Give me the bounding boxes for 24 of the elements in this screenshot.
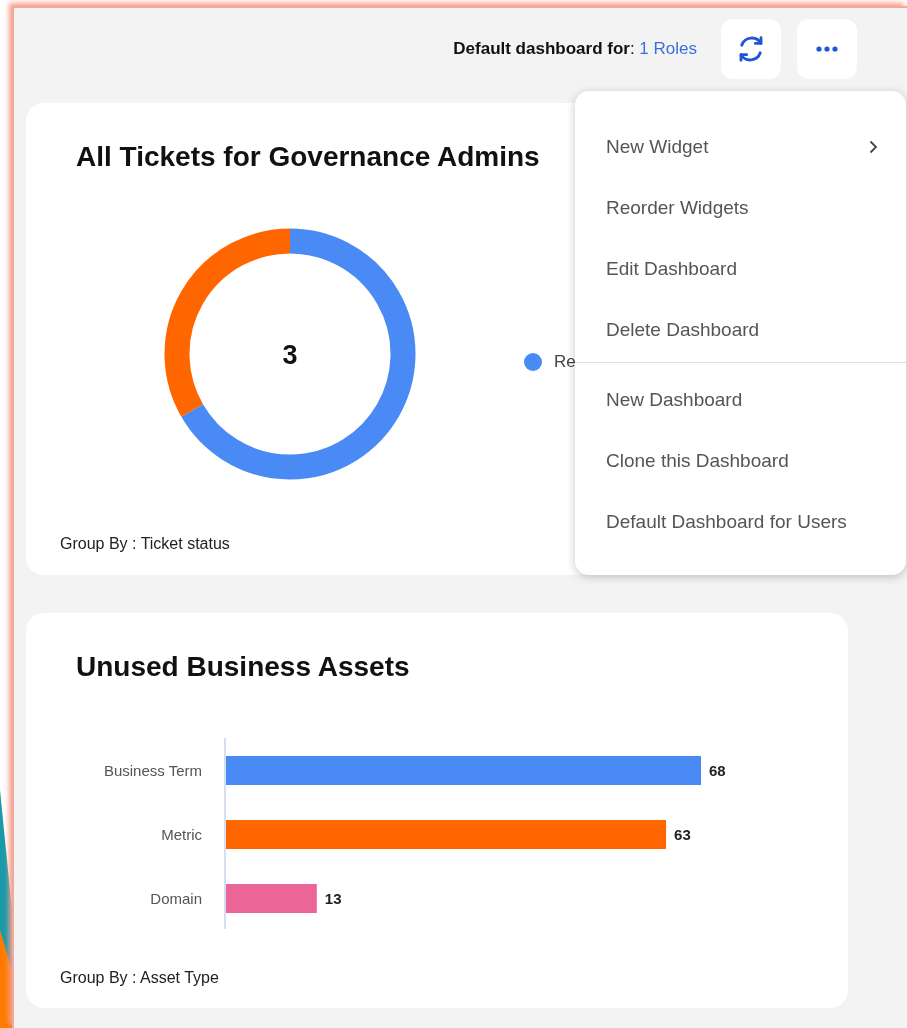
menu-item[interactable]: Default Dashboard for Users <box>575 491 906 552</box>
chevron-right-icon <box>869 139 878 154</box>
group-by-text: Group By : Ticket status <box>60 535 230 553</box>
more-icon <box>816 46 838 52</box>
menu-item[interactable]: New Dashboard <box>575 369 906 430</box>
axis-label: Domain <box>150 890 202 907</box>
default-dashboard-text: Default dashboard for: 1 Roles <box>453 39 697 59</box>
donut-total: 3 <box>282 340 298 370</box>
menu-item[interactable]: Clone this Dashboard <box>575 430 906 491</box>
axis-label: Business Term <box>103 762 202 779</box>
menu-item[interactable]: Edit Dashboard <box>575 238 906 299</box>
data-label: 68 <box>709 762 726 779</box>
roles-link[interactable]: 1 Roles <box>639 39 697 58</box>
widget-title: All Tickets for Governance Admins <box>76 141 540 173</box>
widget-title: Unused Business Assets <box>76 651 410 683</box>
menu-item[interactable]: Delete Dashboard <box>575 299 906 360</box>
axis-label: Metric <box>161 826 202 843</box>
menu-item[interactable]: Reorder Widgets <box>575 177 906 238</box>
legend-label: Re <box>554 352 576 372</box>
menu-item[interactable]: New Widget <box>575 116 906 177</box>
group-by-text: Group By : Asset Type <box>60 969 219 987</box>
refresh-button[interactable] <box>721 19 781 79</box>
data-label: 63 <box>674 826 691 843</box>
data-label: 13 <box>324 890 342 907</box>
